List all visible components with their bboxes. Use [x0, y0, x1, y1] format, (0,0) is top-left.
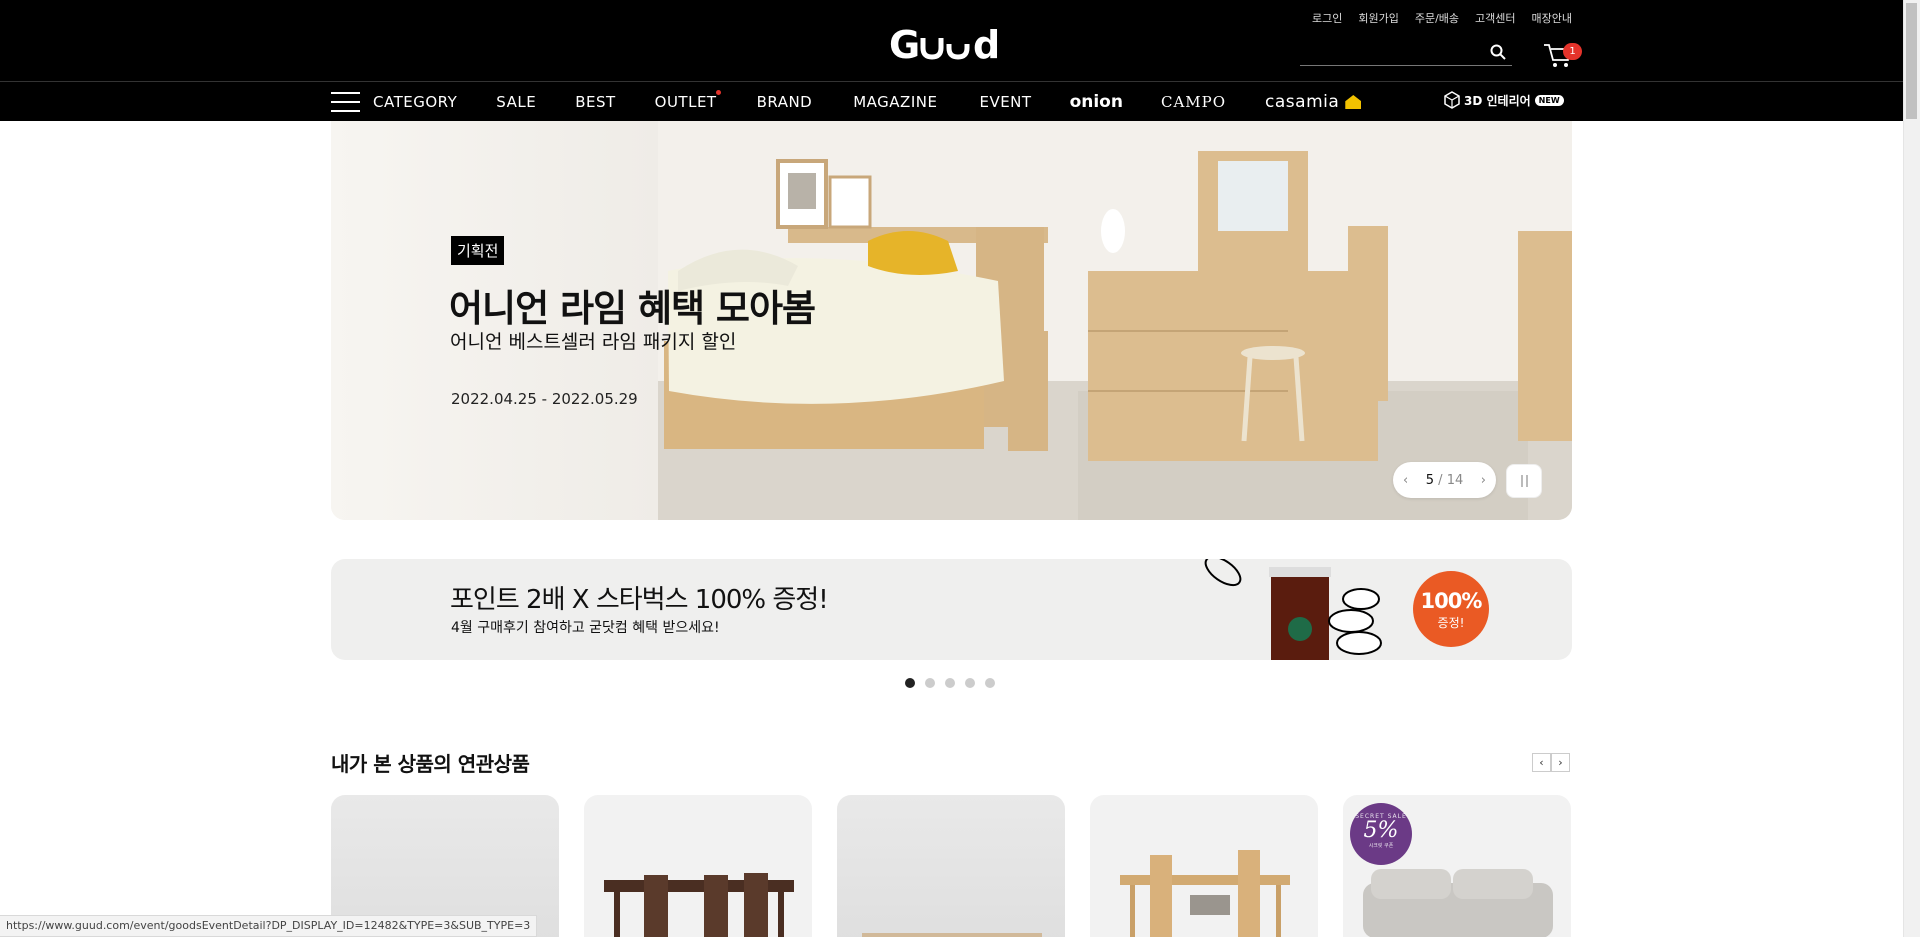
product-card[interactable] — [837, 795, 1065, 937]
nav-items: CATEGORY SALE BEST OUTLET BRAND MAGAZINE… — [373, 82, 1362, 122]
pagination-dot[interactable] — [965, 678, 975, 688]
related-products-title: 내가 본 상품의 연관상품 — [331, 752, 530, 776]
nav-category[interactable]: CATEGORY — [373, 93, 457, 111]
nav-outlet-label: OUTLET — [654, 93, 717, 111]
store-info-link[interactable]: 매장안내 — [1532, 10, 1572, 26]
search-box — [1300, 40, 1512, 66]
nav-casamia-label: casamia — [1265, 92, 1340, 112]
utility-links: 로그인 회원가입 주문/배송 고객센터 매장안내 — [1312, 10, 1572, 26]
page-scrollbar[interactable] — [1903, 0, 1920, 937]
3d-interior-link[interactable]: 3D 인테리어 NEW — [1444, 91, 1564, 109]
guud-logo[interactable]: G d — [889, 26, 1013, 64]
promo-badge-small: 증정! — [1437, 616, 1465, 630]
promo-banner[interactable]: 포인트 2배 X 스타벅스 100% 증정! 4월 구매후기 참여하고 굳닷컴 … — [331, 559, 1572, 660]
browser-status-url: https://www.guud.com/event/goodsEventDet… — [0, 915, 538, 937]
signup-link[interactable]: 회원가입 — [1358, 10, 1398, 26]
nav-outlet[interactable]: OUTLET — [654, 90, 721, 111]
prev-button[interactable]: ‹ — [1532, 753, 1551, 772]
nav-brand[interactable]: BRAND — [757, 93, 813, 111]
table-image — [862, 933, 1042, 937]
pager-separator: / — [1438, 472, 1443, 488]
nav-campo[interactable]: CAMPO — [1161, 93, 1226, 111]
badge-percent: 5% — [1363, 818, 1399, 843]
3d-interior-label: 3D 인테리어 — [1464, 93, 1531, 108]
nav-onion[interactable]: onion — [1070, 92, 1123, 112]
pager-count: 5 / 14 — [1426, 473, 1464, 488]
hero-banner[interactable]: 기획전 어니언 라임 혜택 모아봄 어니언 베스트셀러 라임 패키지 할인 20… — [331, 121, 1572, 520]
pagination-dot[interactable] — [925, 678, 935, 688]
badge-top: SECRET SALE — [1355, 813, 1407, 820]
hero-date: 2022.04.25 - 2022.05.29 — [451, 390, 638, 408]
hero-pager: ‹ 5 / 14 › — [1393, 462, 1496, 498]
promo-pagination — [905, 678, 995, 688]
order-delivery-link[interactable]: 주문/배송 — [1415, 10, 1459, 26]
next-button[interactable]: › — [1551, 753, 1570, 772]
pagination-dot[interactable] — [945, 678, 955, 688]
main-navigation: CATEGORY SALE BEST OUTLET BRAND MAGAZINE… — [0, 81, 1903, 121]
wood-dining-set-image — [1120, 850, 1290, 937]
login-link[interactable]: 로그인 — [1312, 10, 1342, 26]
pager-current: 5 — [1425, 472, 1435, 488]
nav-event[interactable]: EVENT — [979, 93, 1031, 111]
chevron-right-icon[interactable]: › — [1481, 473, 1486, 488]
chevron-left-icon[interactable]: ‹ — [1403, 473, 1408, 488]
nav-casamia[interactable]: casamia — [1265, 92, 1362, 112]
cart-count-badge: 1 — [1563, 43, 1582, 60]
svg-text:d: d — [973, 26, 1000, 64]
new-badge: NEW — [1534, 94, 1564, 106]
promo-title: 포인트 2배 X 스타벅스 100% 증정! — [450, 585, 829, 615]
product-card[interactable]: SECRET SALE 5% 시크릿 쿠폰 — [1343, 795, 1571, 937]
customer-center-link[interactable]: 고객센터 — [1475, 10, 1515, 26]
hero-title: 어니언 라임 혜택 모아봄 — [449, 287, 816, 330]
promo-subtitle: 4월 구매후기 참여하고 굳닷컴 혜택 받으세요! — [451, 620, 720, 636]
cube-icon — [1444, 91, 1460, 109]
pagination-dot[interactable] — [905, 678, 915, 688]
nav-sale[interactable]: SALE — [496, 93, 536, 111]
new-dot-icon — [715, 90, 721, 95]
badge-caption: 시크릿 쿠폰 — [1368, 843, 1394, 849]
nav-magazine[interactable]: MAGAZINE — [853, 93, 937, 111]
dining-table-image — [604, 873, 794, 937]
hamburger-icon[interactable] — [331, 92, 360, 112]
pagination-dot[interactable] — [985, 678, 995, 688]
secret-sale-badge: SECRET SALE 5% 시크릿 쿠폰 — [1350, 803, 1412, 865]
top-header: G d 로그인 회원가입 주문/배송 고객센터 매장안내 1 — [0, 0, 1903, 81]
hero-subtitle: 어니언 베스트셀러 라임 패키지 할인 — [450, 331, 737, 353]
pause-button[interactable] — [1506, 464, 1542, 498]
promo-badge-big: 100% — [1420, 589, 1483, 613]
promo-badge: 100% 증정! — [1413, 571, 1489, 647]
related-carousel-nav: ‹ › — [1532, 753, 1570, 772]
pager-total: 14 — [1446, 472, 1464, 488]
product-card[interactable] — [1090, 795, 1318, 937]
search-icon[interactable] — [1490, 44, 1506, 60]
search-input[interactable] — [1300, 40, 1480, 64]
svg-text:G: G — [889, 26, 918, 64]
product-card[interactable] — [584, 795, 812, 937]
house-icon — [1345, 95, 1362, 109]
hero-tag: 기획전 — [451, 236, 505, 265]
nav-best[interactable]: BEST — [575, 93, 615, 111]
scrollbar-thumb[interactable] — [1906, 3, 1917, 119]
